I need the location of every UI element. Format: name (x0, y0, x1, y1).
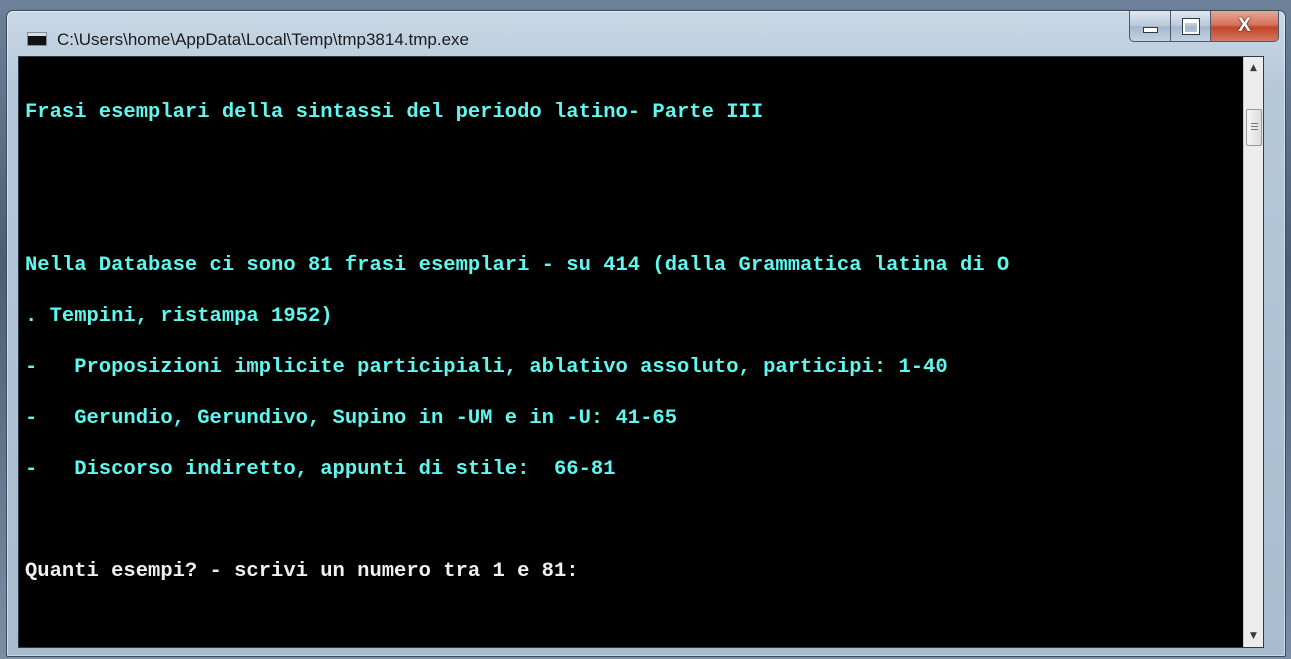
thumb-grip-icon (1250, 123, 1258, 132)
maximize-button[interactable] (1171, 11, 1211, 42)
close-button[interactable]: X (1211, 11, 1279, 42)
console-app-icon[interactable] (27, 32, 47, 46)
maximize-icon (1182, 18, 1199, 34)
console-line: Frasi esemplari della sintassi del perio… (25, 101, 764, 124)
console-line: - Discorso indiretto, appunti di stile: … (25, 458, 616, 481)
console-line: . Tempini, ristampa 1952) (25, 305, 333, 328)
scrollbar-thumb[interactable] (1246, 109, 1262, 146)
minimize-button[interactable] (1129, 11, 1171, 42)
close-icon: X (1238, 15, 1251, 36)
scroll-up-arrow-icon[interactable]: ▲ (1244, 57, 1263, 79)
vertical-scrollbar[interactable]: ▲ ▼ (1243, 57, 1263, 647)
console-line: - Proposizioni implicite participiali, a… (25, 356, 948, 379)
console-line: - Gerundio, Gerundivo, Supino in -UM e i… (25, 407, 678, 430)
scroll-down-arrow-icon[interactable]: ▼ (1244, 625, 1263, 647)
console-text: Frasi esemplari della sintassi del perio… (25, 70, 1009, 614)
console-window: C:\Users\home\AppData\Local\Temp\tmp3814… (6, 10, 1286, 657)
minimize-icon (1142, 27, 1158, 33)
caption-buttons: X (1129, 11, 1279, 43)
console-output-area[interactable]: Frasi esemplari della sintassi del perio… (18, 56, 1264, 648)
window-title: C:\Users\home\AppData\Local\Temp\tmp3814… (57, 30, 469, 49)
console-prompt-line: Quanti esempi? - scrivi un numero tra 1 … (25, 560, 579, 583)
console-line: Nella Database ci sono 81 frasi esemplar… (25, 254, 1010, 277)
desktop-background: C:\Users\home\AppData\Local\Temp\tmp3814… (0, 0, 1291, 659)
title-bar[interactable]: C:\Users\home\AppData\Local\Temp\tmp3814… (7, 11, 1285, 55)
